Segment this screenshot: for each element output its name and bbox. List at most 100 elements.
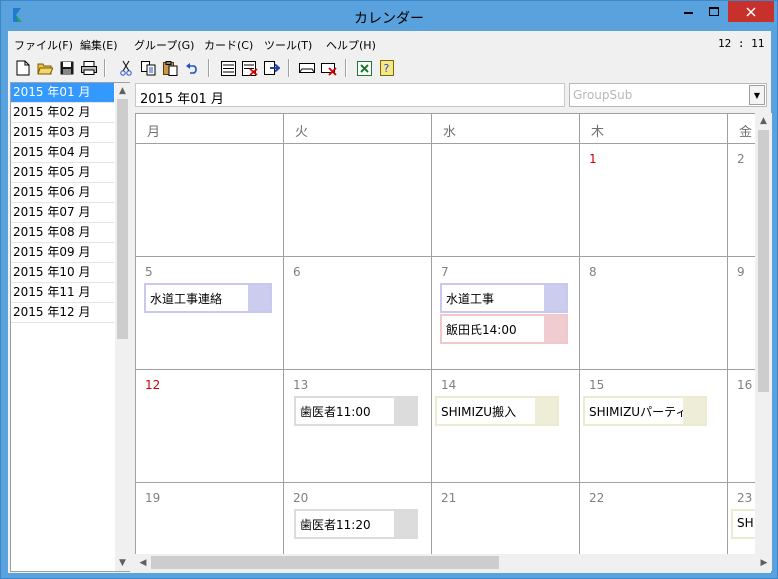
event-color-tab <box>394 511 416 537</box>
scroll-thumb[interactable] <box>151 556 499 569</box>
event-color-tab <box>394 398 416 424</box>
menu-tools[interactable]: ツール(T) <box>264 37 312 53</box>
help-button[interactable]: ? <box>377 58 397 78</box>
cut-button[interactable] <box>116 58 136 78</box>
day-cell[interactable]: 1 <box>580 144 728 257</box>
weekday-header: 水 <box>432 114 580 144</box>
day-cell[interactable]: 5 水道工事連絡 <box>136 257 284 370</box>
menu-file[interactable]: ファイル(F) <box>14 37 73 53</box>
month-item[interactable]: 2015 年02 月 <box>11 103 114 123</box>
month-item[interactable]: 2015 年07 月 <box>11 203 114 223</box>
group-select[interactable]: GroupSub ▼ <box>569 83 767 107</box>
day-cell[interactable]: 6 <box>284 257 432 370</box>
chevron-down-icon[interactable]: ▼ <box>749 85 765 105</box>
day-number: 20 <box>293 491 309 505</box>
weekday-header: 金 <box>728 114 755 144</box>
day-number: 19 <box>145 491 161 505</box>
list-button[interactable] <box>218 58 238 78</box>
menu-group[interactable]: グループ(G) <box>134 37 194 53</box>
month-item[interactable]: 2015 年10 月 <box>11 263 114 283</box>
day-number: 2 <box>737 152 745 166</box>
card-button[interactable] <box>297 58 317 78</box>
event-card[interactable]: 水道工事連絡 <box>144 283 272 313</box>
new-file-button[interactable] <box>13 58 33 78</box>
exit-button[interactable] <box>262 58 282 78</box>
month-item[interactable]: 2015 年06 月 <box>11 183 114 203</box>
day-cell[interactable] <box>432 144 580 257</box>
event-card[interactable]: 飯田氏14:00 <box>440 314 568 344</box>
event-label: 歯医者11:20 <box>300 518 371 532</box>
scroll-thumb[interactable] <box>758 130 769 392</box>
month-item[interactable]: 2015 年03 月 <box>11 123 114 143</box>
scroll-thumb[interactable] <box>117 99 128 339</box>
minimize-button[interactable] <box>675 1 701 22</box>
calendar-vertical-scrollbar[interactable]: ▲ <box>755 113 772 554</box>
day-cell[interactable]: 9 <box>728 257 755 370</box>
scroll-up-arrow-icon[interactable]: ▲ <box>115 83 130 98</box>
cut-icon <box>120 60 132 76</box>
undo-button[interactable] <box>182 58 202 78</box>
event-card[interactable]: SHIMIZU搬入 <box>435 396 559 426</box>
event-label: 水道工事 <box>446 292 495 306</box>
month-list[interactable]: 2015 年01 月 2015 年02 月 2015 年03 月 2015 年0… <box>10 82 130 572</box>
day-cell[interactable]: 23 SH <box>728 483 755 554</box>
day-cell[interactable]: 12 <box>136 370 284 483</box>
month-item[interactable]: 2015 年04 月 <box>11 143 114 163</box>
day-cell[interactable]: 20 歯医者11:20 <box>284 483 432 554</box>
scroll-left-arrow-icon[interactable]: ◀ <box>135 554 151 571</box>
menu-edit[interactable]: 編集(E) <box>80 37 118 53</box>
day-cell[interactable]: 2 <box>728 144 755 257</box>
open-folder-icon <box>37 63 53 75</box>
copy-button[interactable] <box>138 58 158 78</box>
day-cell[interactable] <box>136 144 284 257</box>
event-card[interactable]: 水道工事 <box>440 283 568 313</box>
month-item[interactable]: 2015 年11 月 <box>11 283 114 303</box>
menu-card[interactable]: カード(C) <box>204 37 253 53</box>
day-cell[interactable]: 21 <box>432 483 580 554</box>
scroll-right-arrow-icon[interactable]: ▶ <box>756 554 772 571</box>
day-cell[interactable]: 14 SHIMIZU搬入 <box>432 370 580 483</box>
day-cell[interactable]: 13 歯医者11:00 <box>284 370 432 483</box>
title-bar[interactable]: カレンダー <box>1 1 777 31</box>
toolbar-separator <box>288 59 290 77</box>
scroll-down-arrow-icon[interactable]: ▼ <box>115 555 130 570</box>
svg-text:?: ? <box>383 62 389 75</box>
scroll-up-arrow-icon[interactable]: ▲ <box>756 113 771 128</box>
day-cell[interactable] <box>284 144 432 257</box>
menu-bar: ファイル(F) 編集(E) グループ(G) カード(C) ツール(T) ヘルプ(… <box>8 31 771 55</box>
open-button[interactable] <box>35 58 55 78</box>
delete-list-button[interactable] <box>240 58 260 78</box>
month-item[interactable]: 2015 年08 月 <box>11 223 114 243</box>
day-cell[interactable]: 19 <box>136 483 284 554</box>
event-card[interactable]: 歯医者11:20 <box>294 509 418 539</box>
day-number: 21 <box>441 491 457 505</box>
excel-button[interactable] <box>354 58 374 78</box>
day-number: 9 <box>737 265 745 279</box>
print-button[interactable] <box>79 58 99 78</box>
event-color-tab <box>544 285 566 311</box>
day-cell[interactable]: 15 SHIMIZUパーティ <box>580 370 728 483</box>
month-item[interactable]: 2015 年09 月 <box>11 243 114 263</box>
maximize-button[interactable] <box>701 1 727 22</box>
day-number: 7 <box>441 265 449 279</box>
calendar-horizontal-scrollbar[interactable]: ◀ ▶ <box>135 554 772 571</box>
close-button[interactable] <box>728 1 774 22</box>
save-button[interactable] <box>57 58 77 78</box>
day-number: 16 <box>737 378 753 392</box>
delete-card-button[interactable] <box>319 58 339 78</box>
day-cell[interactable]: 8 <box>580 257 728 370</box>
close-icon <box>746 6 756 17</box>
event-card[interactable]: 歯医者11:00 <box>294 396 418 426</box>
day-cell[interactable]: 22 <box>580 483 728 554</box>
menu-help[interactable]: ヘルプ(H) <box>326 37 376 53</box>
event-card[interactable]: SHIMIZUパーティ <box>583 396 707 426</box>
month-item[interactable]: 2015 年01 月 <box>11 83 114 103</box>
day-cell[interactable]: 16 <box>728 370 755 483</box>
event-card[interactable]: SH <box>731 509 755 539</box>
day-cell[interactable]: 7 水道工事飯田氏14:00 <box>432 257 580 370</box>
month-list-scrollbar[interactable]: ▲ ▼ <box>115 83 130 571</box>
month-item[interactable]: 2015 年12 月 <box>11 303 114 323</box>
print-icon <box>81 61 97 75</box>
month-item[interactable]: 2015 年05 月 <box>11 163 114 183</box>
paste-button[interactable] <box>160 58 180 78</box>
